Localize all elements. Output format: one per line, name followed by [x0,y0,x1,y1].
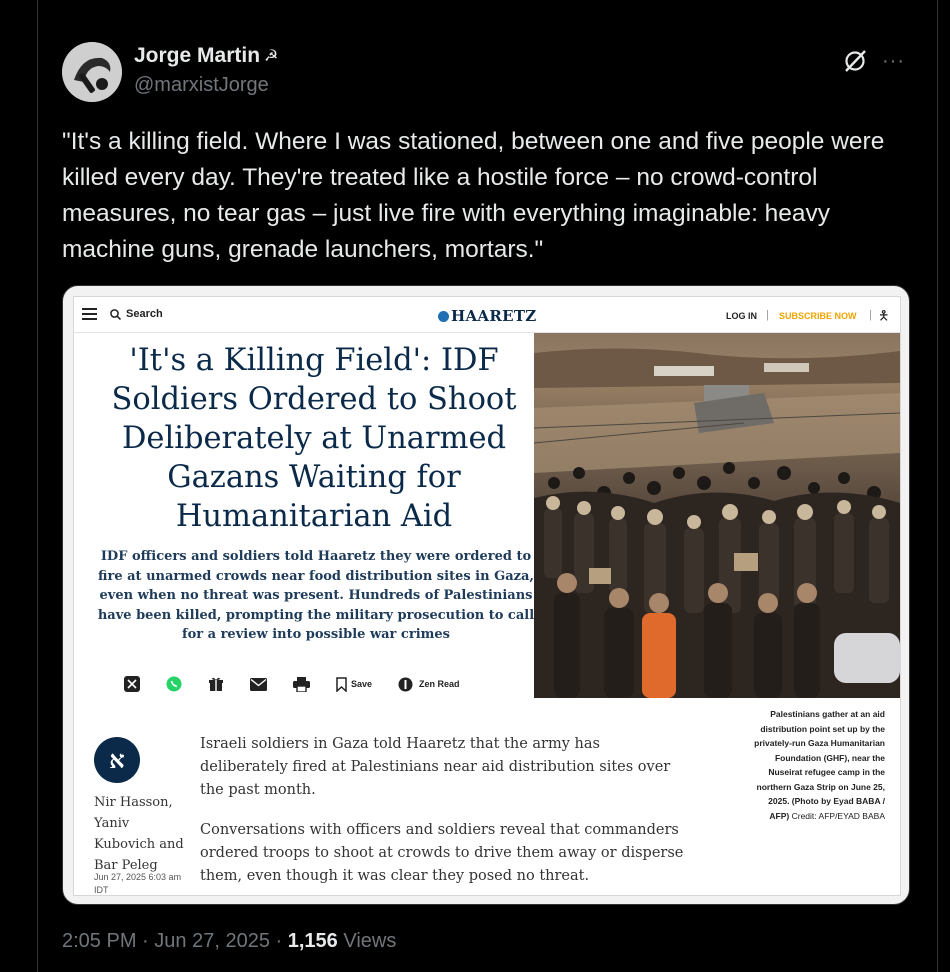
mail-icon [250,674,267,694]
tweet-meta: 2:05 PM · Jun 27, 2025 · 1,156 Views [62,930,396,953]
divider: | [869,309,872,321]
handle[interactable]: @marxistJorge [134,74,269,97]
tweet-media[interactable]: Search HAARETZ LOG IN | SUBSCRIBE NOW | … [62,285,910,905]
bookmark-icon [336,676,347,692]
print-icon [293,674,310,694]
tweet-time[interactable]: 2:05 PM [62,930,136,952]
tweet-date[interactable]: Jun 27, 2025 [154,930,270,952]
display-name[interactable]: Jorge Martin [134,44,260,68]
article-photo [534,333,900,698]
views-label: Views [343,930,397,952]
views-count: 1,156 [287,930,338,952]
timeline-border-left [37,0,38,972]
article-subhead: IDF officers and soldiers told Haaretz t… [97,549,535,642]
share-toolbar: Save Zen Read [124,673,544,695]
more-icon[interactable]: ··· [882,50,905,73]
article-dateline: Jun 27, 2025 6:03 am IDT [94,872,182,895]
haaretz-author-logo: א [94,737,140,783]
avatar[interactable] [62,42,122,102]
article-search: Search [110,308,163,320]
photo-caption: Palestinians gather at an aid distributi… [750,707,885,823]
separator: · [142,930,149,952]
hammer-sickle-emoji: ☭ [264,48,279,65]
zen-read-button: Zen Read [398,674,460,694]
divider: | [766,309,769,321]
search-label: Search [126,308,163,320]
caption-text: Palestinians gather at an aid distributi… [754,709,885,821]
article-paragraph: Israeli soldiers in Gaza told Haaretz th… [200,736,671,798]
x-share-icon [124,674,140,694]
whatsapp-icon [166,674,182,694]
logo-mark [438,311,449,322]
save-button: Save [336,674,372,694]
article-screenshot: Search HAARETZ LOG IN | SUBSCRIBE NOW | … [73,296,901,896]
caption-credit: Credit: AFP/EYAD BABA [791,810,885,821]
article-byline: Nir Hasson, Yaniv Kubovich and Bar Peleg [94,795,184,873]
logo-text: HAARETZ [451,307,537,325]
menu-icon [82,308,97,320]
haaretz-logo: HAARETZ [438,307,537,325]
article-headline: 'It's a Killing Field': IDF Soldiers Ord… [111,343,517,534]
tweet-text: "It's a killing field. Where I was stati… [62,128,885,263]
article-topbar: Search HAARETZ LOG IN | SUBSCRIBE NOW | … [74,297,900,333]
article-paragraph: Conversations with officers and soldiers… [200,822,684,884]
timeline-border-right [937,0,938,972]
grok-icon[interactable] [842,48,868,74]
accessibility-icon: 🯅 [878,308,890,323]
login-link: LOG IN [726,311,757,321]
zen-read-icon [398,677,413,691]
separator: · [275,930,283,952]
zen-read-label: Zen Read [419,679,460,689]
author-name-row[interactable]: Jorge Martin ☭ [134,44,278,68]
subscribe-link: SUBSCRIBE NOW [779,311,857,321]
search-icon [110,308,121,320]
save-label: Save [351,679,373,689]
gift-icon [208,674,224,694]
